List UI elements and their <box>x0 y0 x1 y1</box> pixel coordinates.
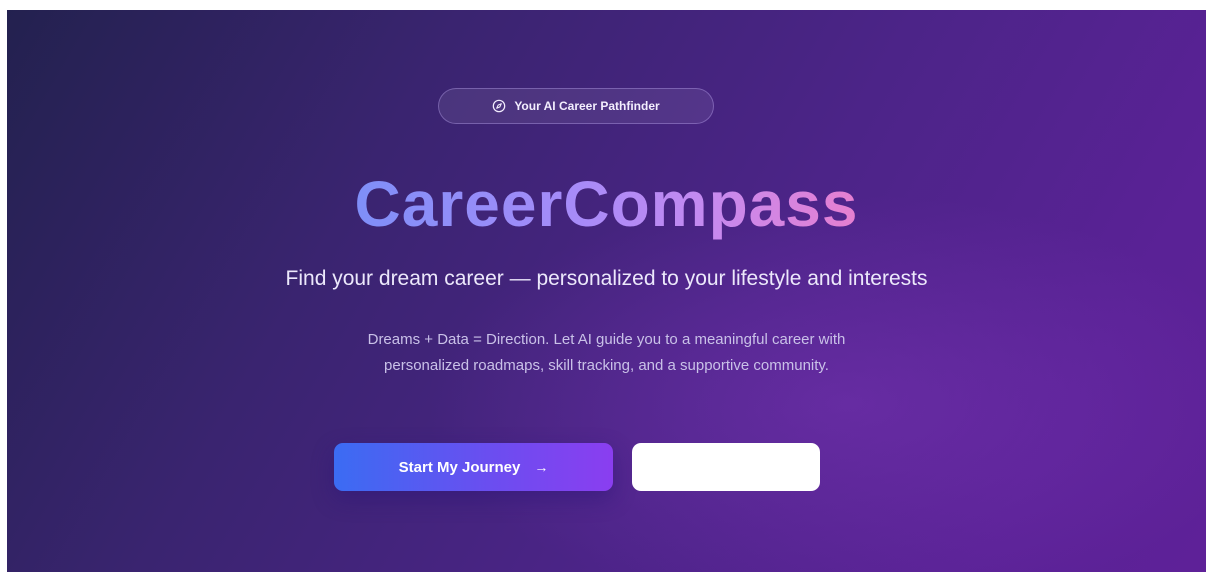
hero-subtitle: Find your dream career — personalized to… <box>285 267 928 290</box>
arrow-right-icon: → <box>534 459 549 475</box>
brand-title: CareerCompass <box>354 168 859 240</box>
page-title: CareerCompass <box>7 164 1206 244</box>
hero-section: Your AI Career Pathfinder CareerCompass … <box>7 10 1206 572</box>
tagline-badge: Your AI Career Pathfinder <box>438 88 714 124</box>
hero-description: Dreams + Data = Direction. Let AI guide … <box>7 327 1206 379</box>
start-journey-button[interactable]: Start My Journey → <box>334 443 613 491</box>
description-line: personalized roadmaps, skill tracking, a… <box>384 357 829 374</box>
description-line: Dreams + Data = Direction. Let AI guide … <box>367 331 846 348</box>
badge-label: Your AI Career Pathfinder <box>514 99 660 113</box>
secondary-button[interactable] <box>632 443 820 491</box>
start-journey-label: Start My Journey <box>398 458 521 476</box>
compass-icon <box>493 99 506 113</box>
